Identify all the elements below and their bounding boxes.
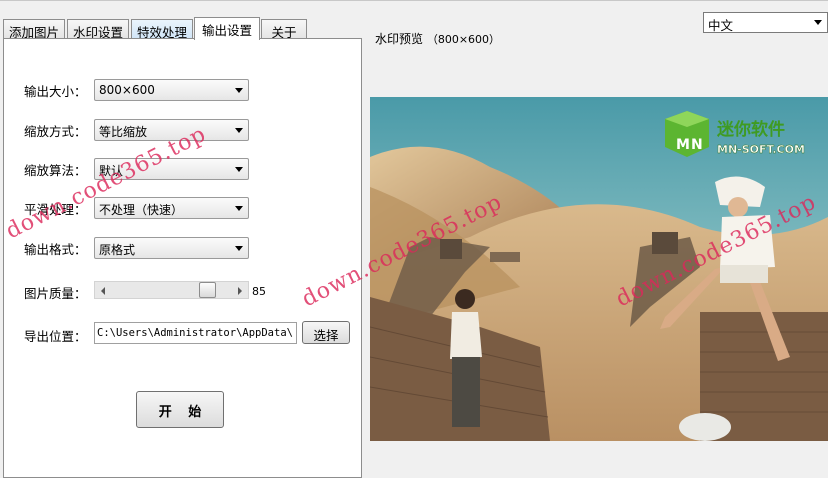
output-settings-panel: 输出大小： 800×600 缩放方式： 等比缩放 缩放算法： 默认 平滑处理： … xyxy=(3,38,362,478)
tab-about[interactable]: 关于 xyxy=(261,19,307,40)
preview-size-text: （800×600） xyxy=(426,33,501,46)
smoothing-label: 平滑处理： xyxy=(24,202,87,217)
image-quality-slider[interactable] xyxy=(94,281,249,299)
language-value: 中文 xyxy=(708,18,734,33)
smoothing-select[interactable]: 不处理（快速） xyxy=(94,197,249,219)
chevron-down-icon xyxy=(235,167,243,172)
output-size-value: 800×600 xyxy=(99,83,155,97)
choose-folder-button[interactable]: 选择 xyxy=(302,321,350,344)
arrow-right-icon[interactable] xyxy=(238,287,242,295)
scale-mode-label: 缩放方式： xyxy=(24,124,87,139)
output-format-select[interactable]: 原格式 xyxy=(94,237,249,259)
image-quality-value: 85 xyxy=(252,285,266,298)
svg-text:MN-SOFT.COM: MN-SOFT.COM xyxy=(717,143,805,156)
chevron-down-icon xyxy=(235,206,243,211)
slider-thumb[interactable] xyxy=(199,282,217,298)
tab-effects[interactable]: 特效处理 xyxy=(131,19,193,40)
output-format-value: 原格式 xyxy=(99,243,136,257)
start-button[interactable]: 开 始 xyxy=(136,391,224,428)
svg-text:M: M xyxy=(676,137,690,153)
scale-mode-select[interactable]: 等比缩放 xyxy=(94,119,249,141)
watermark-preview-image: M N 迷你软件 MN-SOFT.COM xyxy=(370,97,828,441)
output-size-select[interactable]: 800×600 xyxy=(94,79,249,101)
tab-add-images[interactable]: 添加图片 xyxy=(3,19,65,40)
output-size-label: 输出大小： xyxy=(24,84,87,99)
preview-title-text: 水印预览 xyxy=(375,32,424,46)
tab-watermark-settings[interactable]: 水印设置 xyxy=(67,19,129,40)
export-path-field[interactable]: C:\Users\Administrator\AppData\ xyxy=(94,322,297,344)
window-top-border xyxy=(0,0,828,1)
chevron-down-icon xyxy=(235,246,243,251)
tab-output-settings[interactable]: 输出设置 xyxy=(194,17,260,40)
scale-algorithm-value: 默认 xyxy=(99,164,124,178)
export-location-label: 导出位置： xyxy=(24,329,87,344)
image-quality-label: 图片质量： xyxy=(24,286,87,301)
svg-text:N: N xyxy=(691,137,703,153)
language-select[interactable]: 中文 xyxy=(703,12,828,33)
scale-mode-value: 等比缩放 xyxy=(99,125,148,139)
scale-algorithm-label: 缩放算法： xyxy=(24,163,87,178)
preview-title: 水印预览 （800×600） xyxy=(375,30,500,47)
desert-photo: M N 迷你软件 MN-SOFT.COM xyxy=(370,97,828,441)
output-format-label: 输出格式： xyxy=(24,242,87,257)
chevron-down-icon xyxy=(235,88,243,93)
svg-text:迷你软件: 迷你软件 xyxy=(716,119,785,140)
scale-algorithm-select[interactable]: 默认 xyxy=(94,158,249,180)
arrow-left-icon[interactable] xyxy=(101,287,105,295)
smoothing-value: 不处理（快速） xyxy=(99,203,184,217)
chevron-down-icon xyxy=(235,128,243,133)
chevron-down-icon xyxy=(814,20,822,25)
